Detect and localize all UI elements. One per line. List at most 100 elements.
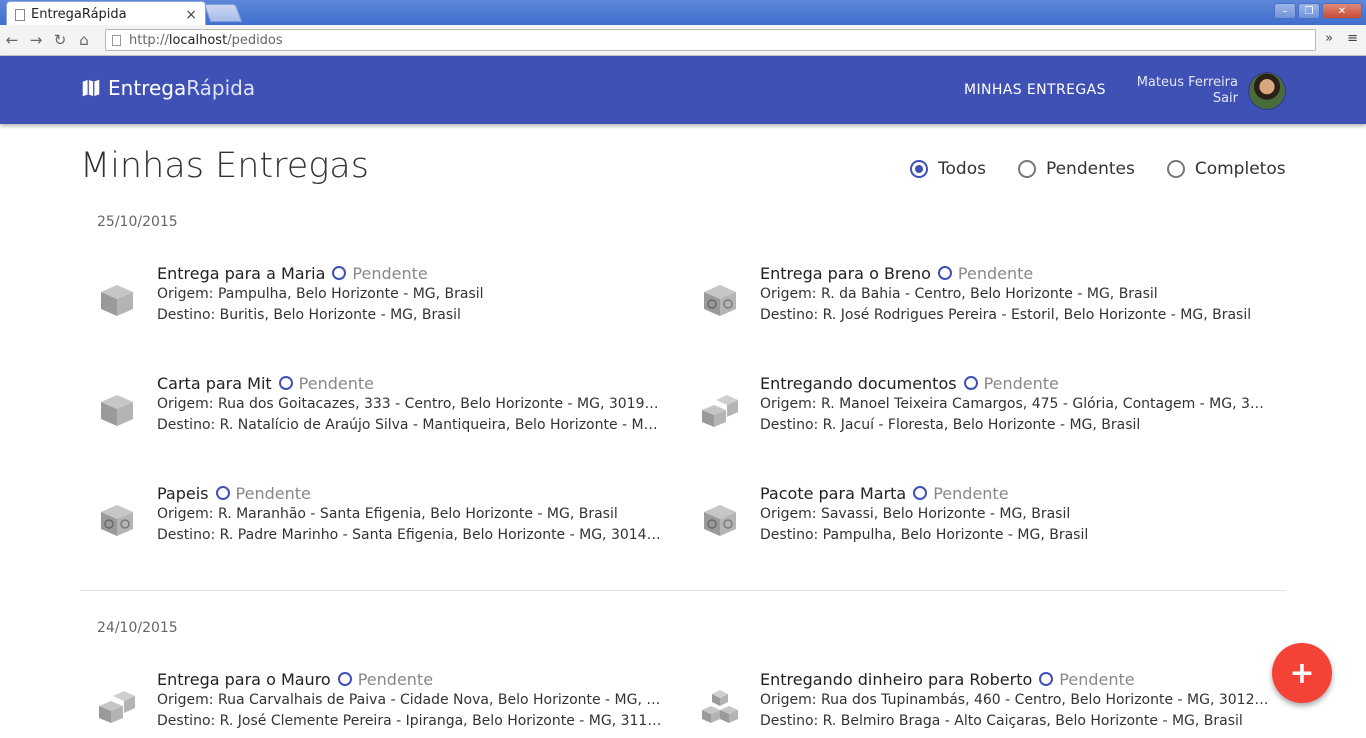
item-destination: Destino: Buritis, Belo Horizonte - MG, B…	[157, 307, 461, 323]
box-icon	[101, 395, 133, 426]
brand-part-2: Rápida	[186, 76, 256, 100]
url-scheme: http://	[129, 32, 169, 48]
restore-button[interactable]: ❐	[1298, 3, 1320, 19]
filter-label: Completos	[1194, 159, 1286, 179]
list-item[interactable]: Entrega para a Maria Pendente Origem: Pam…	[97, 262, 617, 332]
item-origin: Origem: R. Maranhão - Santa Efigenia, Be…	[157, 506, 618, 522]
filter-label: Pendentes	[1045, 159, 1135, 179]
list-item[interactable]: Pacote para Marta Pendente Origem: Savass…	[700, 482, 1220, 552]
stacked-boxes-icon	[702, 690, 738, 723]
item-destination: Destino: R. Natalício de Araújo Silva - …	[157, 417, 667, 433]
close-tab-icon[interactable]: ×	[185, 7, 197, 23]
radio-completos[interactable]	[1166, 160, 1185, 178]
address-bar[interactable]: http://localhost/pedidos	[105, 29, 1316, 51]
list-item[interactable]: Entregando documentos Pendente Origem: R.…	[700, 372, 1270, 442]
page-icon	[112, 34, 121, 46]
status-label: Pendente	[352, 263, 428, 283]
page-title: Minhas Entregas	[80, 146, 369, 186]
home-icon[interactable]: ⌂	[72, 31, 96, 49]
filter-pendentes[interactable]: Pendentes	[1017, 159, 1135, 179]
new-tab-button[interactable]	[203, 4, 243, 22]
item-destination: Destino: R. José Rodrigues Pereira - Est…	[760, 307, 1252, 323]
user-name: Mateus Ferreira	[1136, 75, 1238, 90]
item-title: Carta para Mit	[157, 373, 272, 393]
tab-title: EntregaRápida	[31, 7, 127, 22]
item-origin: Origem: Rua Carvalhais de Paiva - Cidade…	[157, 692, 667, 708]
url-host: localhost	[168, 32, 228, 48]
window-controls: – ❐ ✕	[1274, 3, 1362, 19]
reload-icon[interactable]: ↻	[48, 31, 72, 49]
minimize-button[interactable]: –	[1274, 3, 1296, 19]
status-label: Pendente	[933, 483, 1009, 503]
recycle-box-icon	[704, 285, 736, 316]
forward-icon[interactable]: →	[24, 31, 48, 49]
pending-status-icon	[1039, 672, 1054, 686]
status-label: Pendente	[983, 373, 1059, 393]
item-origin: Origem: Savassi, Belo Horizonte - MG, Br…	[760, 506, 1071, 522]
close-window-button[interactable]: ✕	[1322, 3, 1362, 19]
radio-pendentes[interactable]	[1017, 160, 1036, 178]
radio-todos[interactable]	[910, 160, 928, 178]
status-label: Pendente	[957, 263, 1034, 283]
map-icon	[82, 79, 100, 97]
pending-status-icon	[332, 266, 347, 280]
user-info: Mateus Ferreira Sair	[1137, 75, 1238, 107]
recycle-box-icon	[101, 505, 133, 536]
item-title: Entrega para o Breno	[760, 263, 931, 283]
item-origin: Origem: R. da Bahia - Centro, Belo Horiz…	[760, 286, 1158, 302]
pending-status-icon	[913, 486, 928, 500]
item-title: Entrega para o Mauro	[157, 669, 331, 689]
extensions-chevron-icon[interactable]: »	[1325, 31, 1333, 46]
item-destination: Destino: Pampulha, Belo Horizonte - MG, …	[760, 527, 1089, 543]
list-item[interactable]: Entrega para o Breno Pendente Origem: R. …	[700, 262, 1251, 332]
app-bar: Entrega Rápida MINHAS ENTREGAS Mateus Fer…	[0, 56, 1366, 124]
url-path: /pedidos	[227, 32, 283, 48]
group-date: 24/10/2015	[97, 620, 178, 636]
nav-minhas-entregas[interactable]: MINHAS ENTREGAS	[964, 82, 1106, 98]
status-label: Pendente	[357, 669, 434, 689]
group-date: 25/10/2015	[97, 214, 178, 230]
item-origin: Origem: Pampulha, Belo Horizonte - MG, B…	[157, 286, 484, 302]
brand-logo[interactable]: Entrega Rápida	[80, 76, 255, 100]
item-destination: Destino: R. Jacuí - Floresta, Belo Horiz…	[760, 417, 1141, 433]
item-origin: Origem: R. Manoel Teixeira Camargos, 475…	[760, 396, 1270, 412]
pending-status-icon	[278, 376, 293, 390]
add-delivery-button[interactable]: +	[1272, 643, 1332, 703]
filter-completos[interactable]: Completos	[1166, 159, 1286, 179]
browser-titlebar: EntregaRápida × – ❐ ✕	[0, 0, 1366, 27]
item-title: Entrega para a Maria	[157, 263, 326, 283]
box-icon	[101, 285, 133, 316]
item-title: Papeis	[157, 483, 209, 503]
status-label: Pendente	[298, 373, 374, 393]
brand-part-1: Entrega	[108, 76, 187, 100]
recycle-box-icon	[704, 505, 736, 536]
item-origin: Origem: Rua dos Tupinambás, 460 - Centro…	[760, 692, 1270, 708]
list-item[interactable]: Papeis Pendente Origem: R. Maranhão - San…	[97, 482, 667, 552]
item-title: Entregando dinheiro para Roberto	[760, 669, 1033, 689]
item-destination: Destino: R. Belmiro Braga - Alto Caiçara…	[760, 713, 1243, 729]
status-filter: Todos Pendentes Completos	[910, 159, 1286, 179]
item-title: Entregando documentos	[760, 373, 957, 393]
item-origin: Origem: Rua dos Goitacazes, 333 - Centro…	[157, 396, 667, 412]
browser-toolbar: ← → ↻ ⌂ http://localhost/pedidos » ≡	[0, 25, 1366, 56]
pending-status-icon	[215, 486, 230, 500]
pending-status-icon	[963, 376, 978, 390]
item-destination: Destino: R. José Clemente Pereira - Ipir…	[157, 713, 667, 729]
avatar[interactable]	[1248, 72, 1286, 110]
item-title: Pacote para Marta	[760, 483, 907, 503]
boxes-icon	[99, 691, 135, 723]
status-label: Pendente	[235, 483, 311, 503]
filter-label: Todos	[938, 159, 986, 179]
filter-todos[interactable]: Todos	[910, 159, 986, 179]
list-item[interactable]: Entregando dinheiro para Roberto Pendente…	[700, 668, 1270, 738]
browser-tab[interactable]: EntregaRápida ×	[6, 1, 206, 27]
status-label: Pendente	[1059, 669, 1135, 689]
logout-link[interactable]: Sair	[1137, 91, 1238, 107]
list-item[interactable]: Carta para Mit Pendente Origem: Rua dos G…	[97, 372, 667, 442]
list-item[interactable]: Entrega para o Mauro Pendente Origem: Rua…	[97, 668, 667, 738]
menu-icon[interactable]: ≡	[1347, 31, 1358, 46]
item-destination: Destino: R. Padre Marinho - Santa Efigen…	[157, 527, 667, 543]
back-icon[interactable]: ←	[0, 31, 24, 49]
page-icon	[15, 8, 25, 21]
boxes-icon	[702, 395, 738, 427]
